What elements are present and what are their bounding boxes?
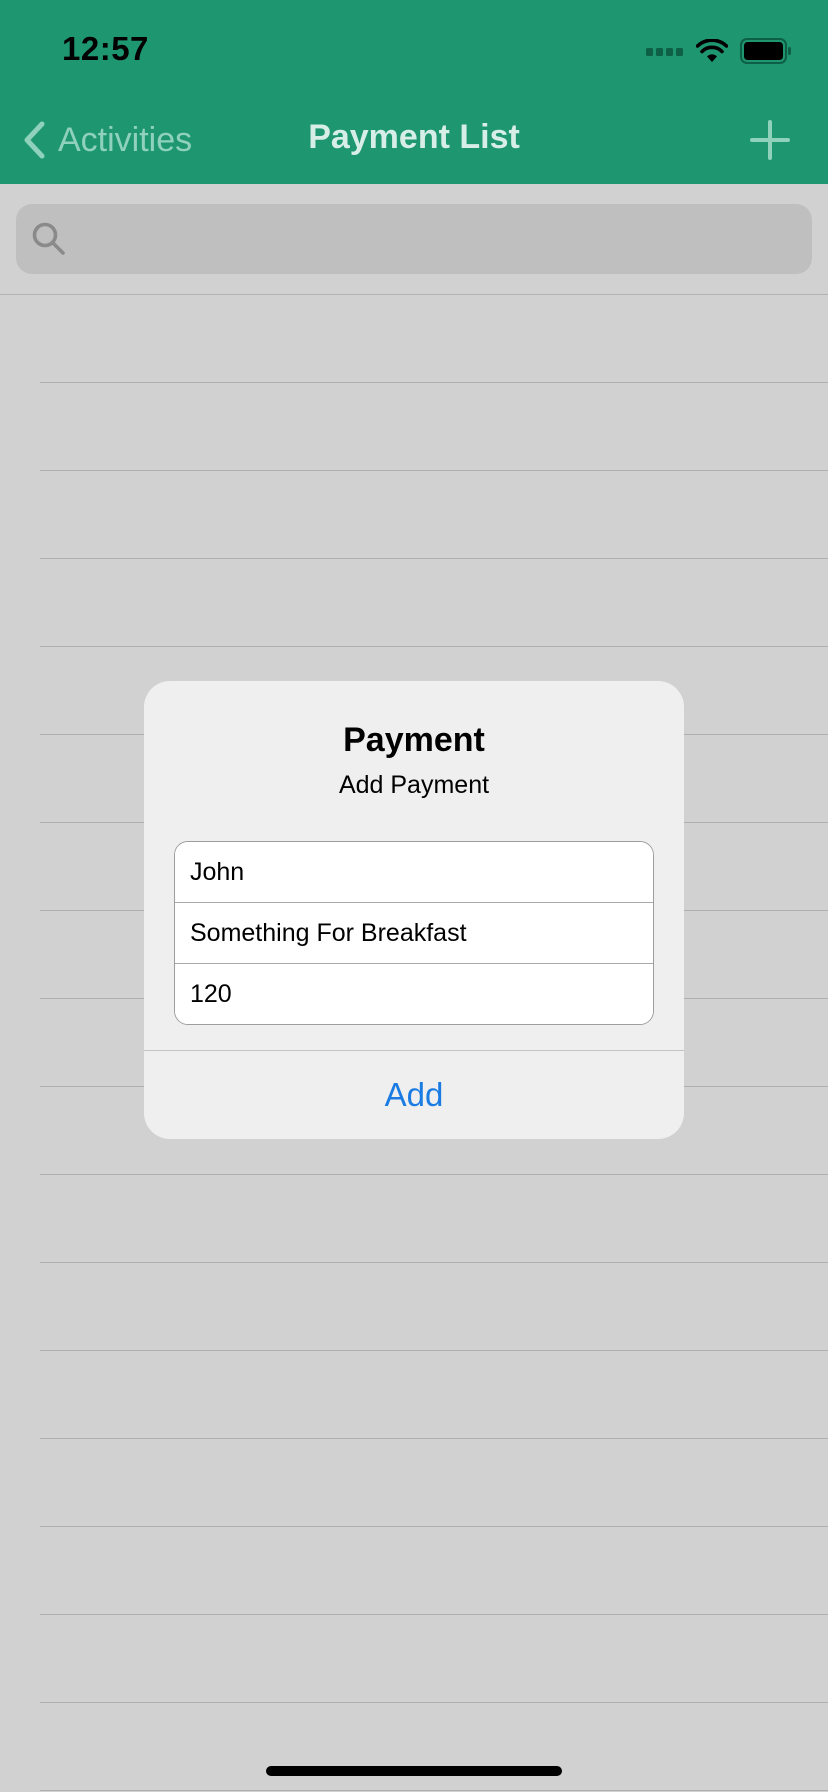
row-separator xyxy=(40,1614,828,1615)
search-input[interactable] xyxy=(76,214,800,266)
navigation-bar: 12:57 Activities Payment List xyxy=(0,0,828,184)
status-icons xyxy=(646,36,792,66)
row-separator xyxy=(40,1790,828,1791)
row-separator xyxy=(40,1438,828,1439)
search-container xyxy=(0,184,828,295)
plus-icon[interactable] xyxy=(748,118,792,162)
row-separator xyxy=(40,382,828,383)
add-button[interactable]: Add xyxy=(144,1051,684,1139)
row-separator xyxy=(40,1350,828,1351)
alert-message: Add Payment xyxy=(338,771,490,799)
page-title: Payment List xyxy=(308,118,520,156)
add-payment-alert: Payment Add Payment Add xyxy=(144,681,684,1139)
battery-icon xyxy=(740,38,791,64)
row-separator xyxy=(40,1702,828,1703)
payment-description-field[interactable] xyxy=(175,902,653,963)
home-indicator xyxy=(266,1766,562,1776)
search-bar[interactable] xyxy=(16,204,812,274)
alert-title: Payment xyxy=(343,721,485,759)
payer-name-field[interactable] xyxy=(175,842,653,902)
row-separator xyxy=(40,646,828,647)
row-separator xyxy=(40,1174,828,1175)
payment-amount-field[interactable] xyxy=(175,963,653,1024)
row-separator xyxy=(40,470,828,471)
row-separator xyxy=(40,558,828,559)
search-icon xyxy=(32,222,65,255)
cellular-signal-icon xyxy=(646,48,683,56)
status-time: 12:57 xyxy=(62,30,149,67)
alert-field-group xyxy=(174,841,654,1025)
row-separator xyxy=(40,1262,828,1263)
row-separator xyxy=(40,1526,828,1527)
wifi-icon xyxy=(696,39,728,62)
